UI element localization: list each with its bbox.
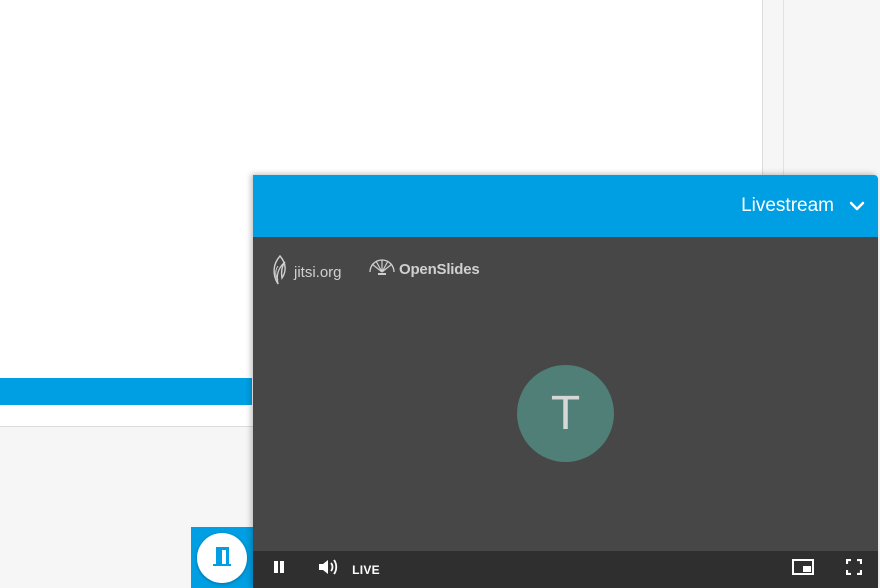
divider xyxy=(783,0,784,180)
volume-icon xyxy=(317,558,339,581)
livestream-panel: Livestream jitsi.org OpenSlides T LIVE xyxy=(253,175,878,588)
pause-button[interactable] xyxy=(267,551,291,588)
exit-door-icon xyxy=(211,545,233,572)
jitsi-logo: jitsi.org xyxy=(269,254,342,290)
fullscreen-button[interactable] xyxy=(841,551,867,588)
accent-bar xyxy=(0,378,252,405)
participant-avatar: T xyxy=(517,365,614,462)
openslides-text: OpenSlides xyxy=(399,260,480,278)
exit-tab xyxy=(191,527,253,588)
collapse-button[interactable] xyxy=(844,195,870,219)
volume-button[interactable] xyxy=(315,551,341,588)
pause-icon xyxy=(272,560,286,579)
livestream-header[interactable]: Livestream xyxy=(253,175,878,237)
picture-in-picture-icon xyxy=(792,559,814,580)
jitsi-leaf-icon xyxy=(269,254,291,290)
exit-button[interactable] xyxy=(197,533,247,583)
openslides-logo: OpenSlides xyxy=(368,258,480,280)
player-controls: LIVE xyxy=(253,551,878,588)
picture-in-picture-button[interactable] xyxy=(790,551,816,588)
fullscreen-icon xyxy=(845,558,863,580)
panel-title: Livestream xyxy=(741,195,834,216)
live-indicator: LIVE xyxy=(352,562,380,577)
video-player[interactable]: jitsi.org OpenSlides T xyxy=(253,237,878,551)
openslides-fan-icon xyxy=(368,258,396,280)
jitsi-text: jitsi.org xyxy=(294,263,342,281)
chevron-down-icon xyxy=(849,198,865,216)
